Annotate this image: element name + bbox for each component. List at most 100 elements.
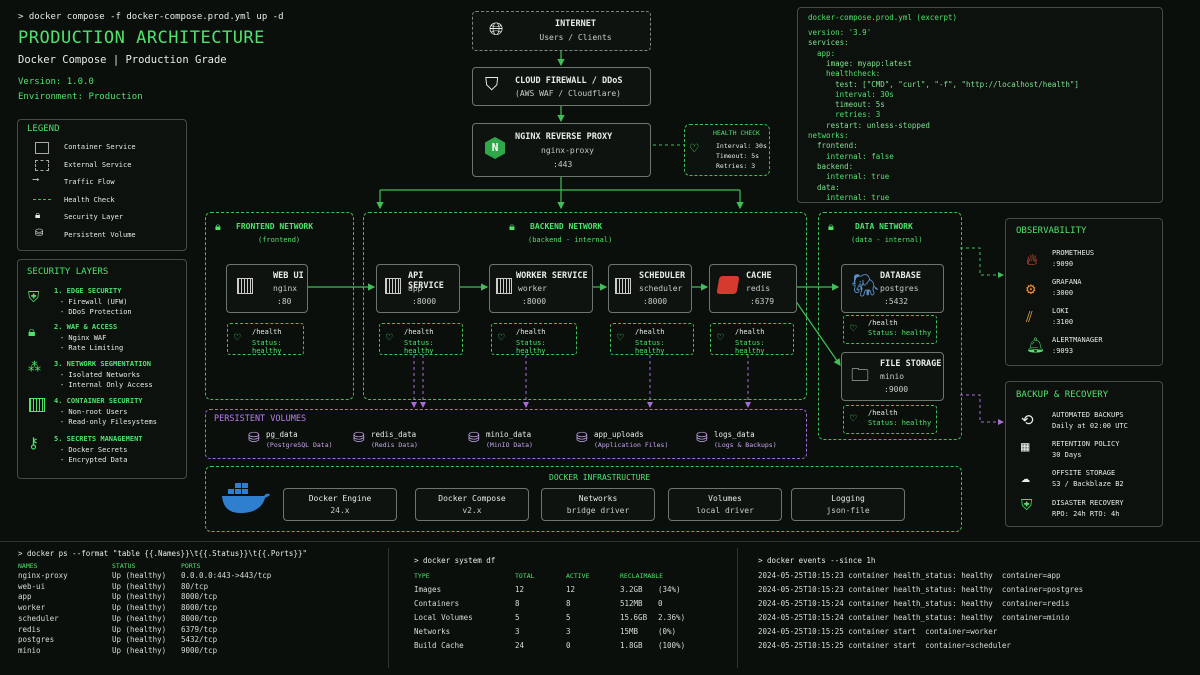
backup-item-value: S3 / Backblaze B2: [1052, 480, 1124, 488]
df-cell: 0: [566, 641, 571, 650]
docker-events-terminal[interactable]: > docker events --since 1h 2024-05-25T10…: [745, 542, 1195, 675]
volume-desc: (PostgreSQL Data): [266, 441, 333, 449]
infra-item: Networks bridge driver: [541, 488, 655, 521]
frontend-title: FRONTEND NETWORK: [236, 222, 314, 231]
df-cell: 8: [515, 599, 520, 608]
infra-name: Volumes: [708, 494, 742, 503]
cache-name: redis: [746, 284, 771, 293]
ps-cell: app: [18, 592, 32, 602]
code-line: image: myapp:latest: [808, 58, 912, 68]
firewall-title: CLOUD FIREWALL / DDoS: [515, 76, 623, 86]
infra-name: Docker Engine: [308, 494, 372, 503]
health-path: /health: [516, 328, 546, 336]
file-storage-service: 🗀 FILE STORAGE minio :9000: [841, 352, 944, 401]
layer-title: 4. CONTAINER SECURITY: [54, 397, 143, 405]
layer-title: 2. WAF & ACCESS: [54, 323, 118, 331]
shield-check-icon: ⛨: [1021, 496, 1033, 514]
postgres-elephant-icon: 🐘︎: [851, 274, 879, 299]
df-cell: Images: [414, 585, 442, 594]
ps-cell: worker: [18, 603, 46, 613]
df-cell: 512MB: [620, 599, 643, 608]
divider: [737, 548, 739, 668]
docker-ps-terminal[interactable]: > docker ps --format "table {{.Names}}\t…: [0, 542, 388, 675]
api-health: ♡ /health Status: healthy: [379, 323, 463, 355]
storage-port: :9000: [884, 385, 909, 394]
security-layers-panel: SECURITY LAYERS ⛨ 1. EDGE SECURITY - Fir…: [17, 259, 187, 479]
scheduler-name: scheduler: [639, 284, 683, 293]
df-cell: 5: [515, 613, 520, 622]
calendar-icon: ▦: [1021, 439, 1030, 455]
ps-header: PORTS: [181, 562, 201, 570]
health-path: /health: [635, 328, 665, 336]
layer-line: - Read-only Filesystems: [60, 418, 157, 426]
compose-title: docker-compose.prod.yml (excerpt): [808, 13, 958, 22]
layer-line: - Firewall (UFW): [60, 298, 128, 306]
command-line: > docker compose -f docker-compose.prod.…: [18, 12, 284, 22]
storage-title: FILE STORAGE: [880, 359, 942, 369]
infra-value: local driver: [696, 506, 754, 515]
ps-cell: Up (healthy): [112, 635, 167, 645]
container-icon: [496, 278, 512, 294]
df-cell: 12: [515, 585, 525, 594]
storage-health: ♡ /health Status: healthy: [843, 405, 937, 434]
obs-port: :3100: [1052, 318, 1074, 326]
volume-desc: (Redis Data): [371, 441, 418, 449]
ps-command: > docker ps --format "table {{.Names}}\t…: [18, 549, 307, 558]
event-line: 2024-05-25T10:15:25 container start cont…: [758, 627, 998, 636]
loki-icon: ⫽: [1026, 308, 1033, 326]
observability-title: OBSERVABILITY: [1016, 226, 1087, 236]
ps-cell: nginx-proxy: [18, 571, 68, 580]
legend-item: Security Layer: [64, 213, 124, 221]
df-header: TYPE: [414, 572, 430, 580]
key-icon: ⚷: [28, 434, 39, 452]
legend-panel: LEGEND Container Service External Servic…: [17, 119, 187, 251]
volume-name: minio_data: [486, 430, 532, 439]
ps-cell: redis: [18, 624, 41, 634]
health-path: /health: [735, 328, 765, 336]
data-net-sub: (data - internal): [851, 236, 923, 244]
health-path: /health: [252, 328, 282, 336]
layer-line: - Encrypted Data: [60, 456, 128, 464]
database-service: 🐘︎ DATABASE postgres :5432: [841, 264, 944, 313]
volume-name: redis_data: [371, 430, 417, 439]
database-icon: ⛁: [35, 228, 44, 239]
df-cell: 15.6GB: [620, 613, 648, 622]
firewall-node: ⛉ CLOUD FIREWALL / DDoS (AWS WAF / Cloud…: [472, 67, 651, 106]
lock-icon: 🔒︎: [28, 324, 36, 340]
volume-desc: (Application Files): [594, 441, 669, 449]
docker-df-terminal[interactable]: > docker system df TYPE TOTAL ACTIVE RECLAI…: [400, 542, 730, 675]
lock-icon: 🔒︎: [828, 220, 834, 233]
observability-panel: OBSERVABILITY 🔥︎ PROMETHEUS :9090 ⚙ GRAF…: [1005, 218, 1163, 366]
backup-item-value: 30 Days: [1052, 451, 1082, 459]
ps-cell: Up (healthy): [112, 603, 167, 613]
df-header: ACTIVE: [566, 572, 590, 580]
code-line: internal: true: [808, 172, 890, 182]
code-line: services:: [808, 38, 849, 48]
event-line: 2024-05-25T10:15:24 container health_sta…: [758, 613, 1070, 622]
cloud-icon: ☁: [1021, 468, 1031, 486]
obs-name: PROMETHEUS: [1052, 249, 1095, 257]
ps-cell: Up (healthy): [112, 581, 167, 591]
divider: [388, 548, 390, 668]
external-service-icon: [35, 160, 49, 171]
lock-icon: 🔒︎: [215, 220, 221, 233]
health-path: /health: [868, 409, 898, 417]
environment-text: Environment: Production: [18, 92, 143, 102]
nginx-proxy-node: N NGINX REVERSE PROXY nginx-proxy :443: [472, 123, 651, 177]
df-cell: 3: [515, 627, 520, 636]
volume-icon: ⛁: [576, 430, 588, 446]
health-status: Status: healthy: [516, 339, 546, 355]
df-cell: 15MB: [620, 627, 639, 636]
health-path: /health: [404, 328, 434, 336]
infra-title: DOCKER INFRASTRUCTURE: [549, 473, 651, 482]
data-net-title: DATA NETWORK: [855, 222, 913, 231]
backup-item-name: DISASTER RECOVERY: [1052, 499, 1124, 507]
ps-cell: 8000/tcp: [181, 603, 218, 613]
code-line: internal: false: [808, 151, 894, 161]
code-line: networks:: [808, 131, 849, 140]
code-line: timeout: 5s: [808, 100, 885, 110]
ps-cell: Up (healthy): [112, 571, 167, 580]
infra-item: Volumes local driver: [668, 488, 782, 521]
df-cell: 12: [566, 585, 576, 594]
container-service-icon: [35, 142, 49, 154]
